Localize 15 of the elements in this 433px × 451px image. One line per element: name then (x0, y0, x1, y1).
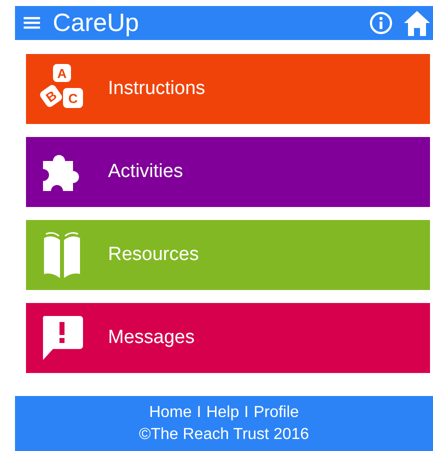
menu-tile[interactable]: A B C Instructions (26, 54, 430, 124)
footer-link[interactable]: Help (206, 404, 240, 422)
open-book-icon (42, 230, 82, 280)
menu-tile[interactable]: Activities (26, 137, 430, 207)
footer-link[interactable]: Home (149, 404, 192, 422)
menu-tile[interactable]: Resources (26, 220, 430, 290)
info-icon[interactable] (369, 11, 393, 35)
link-separator: I (244, 404, 249, 422)
app-title: CareUp (52, 8, 139, 38)
link-separator: I (196, 404, 202, 422)
copyright-text: ©The Reach Trust 2016 (138, 426, 310, 444)
menu-button[interactable]: ≡ (21, 10, 43, 36)
home-icon[interactable] (403, 9, 431, 37)
footer-link[interactable]: Profile (254, 404, 299, 422)
menu-tile[interactable]: Messages (26, 303, 430, 373)
